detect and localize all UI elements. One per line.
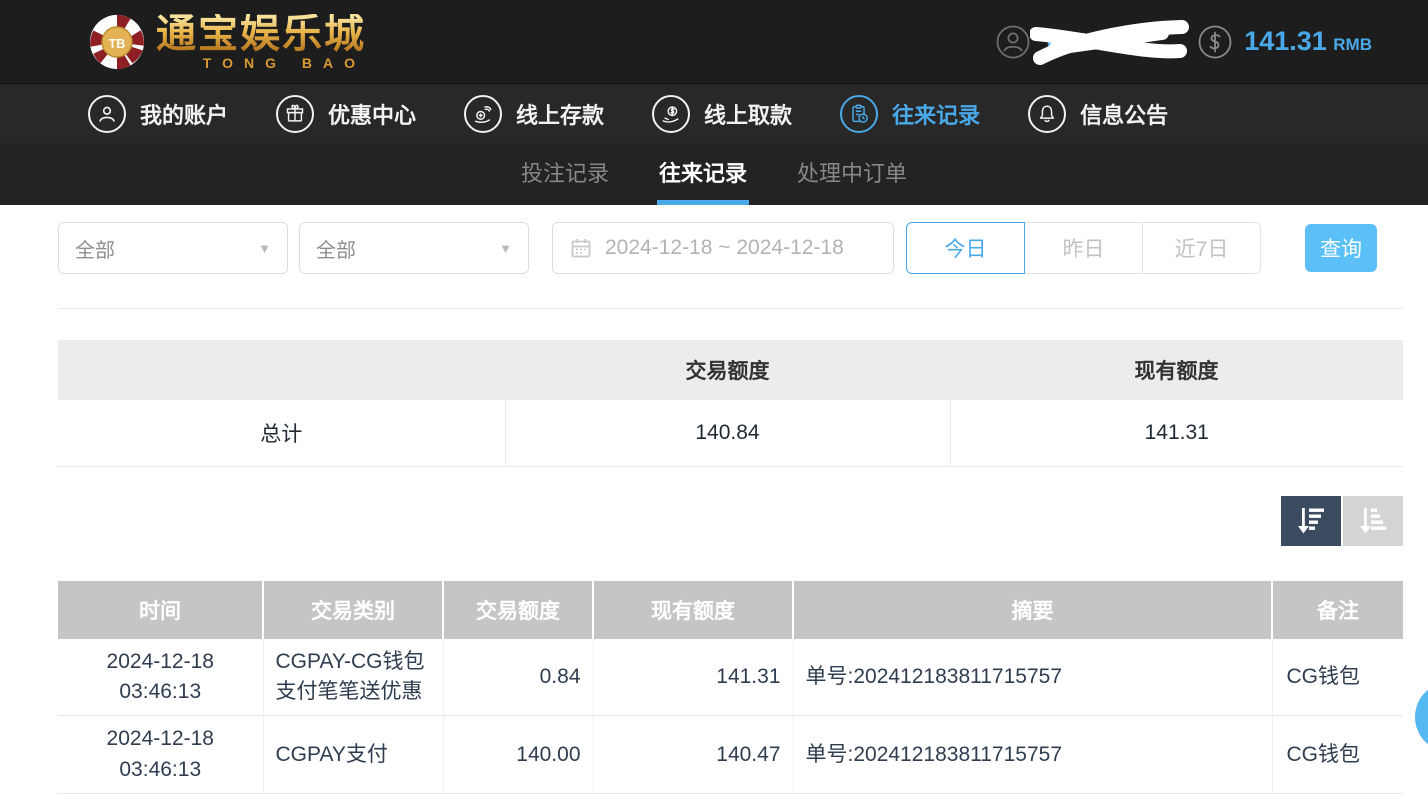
site-subtitle: TONG BAO xyxy=(156,56,366,70)
summary-header-empty xyxy=(58,340,505,400)
sort-ascending-button[interactable] xyxy=(1343,496,1403,546)
table-row: 2024-12-18 03:46:13 CGPAY支付 140.00 140.4… xyxy=(58,716,1403,794)
filter-row: 全部 ▼ 全部 ▼ 2024-12-18 ~ 2024-12-18 今日 昨日 … xyxy=(58,222,1377,274)
transaction-type-select[interactable]: 全部 ▼ xyxy=(58,222,288,274)
record-tabs: 投注记录 往来记录 处理中订单 xyxy=(0,143,1428,205)
gift-icon xyxy=(276,95,314,133)
sort-controls xyxy=(0,496,1403,546)
summary-table: 交易额度 现有额度 总计 140.84 141.31 xyxy=(58,340,1403,467)
user-icon xyxy=(996,25,1030,59)
sort-ascending-icon xyxy=(1356,505,1390,537)
balance-currency: RMB xyxy=(1333,35,1372,54)
balance-display[interactable]: 141.31 RMB xyxy=(1198,25,1372,59)
nav-item-promotions[interactable]: 优惠中心 xyxy=(276,95,416,133)
nav-item-announcements[interactable]: 信息公告 xyxy=(1028,95,1168,133)
summary-current-total: 141.31 xyxy=(950,400,1403,466)
cell-summary: 单号:202412183811715757 xyxy=(793,716,1272,794)
records-icon xyxy=(840,95,878,133)
dollar-icon xyxy=(1198,25,1232,59)
summary-transaction-total: 140.84 xyxy=(505,400,950,466)
username-text: bc7325 xyxy=(1042,28,1128,54)
cell-summary: 单号:202412183811715757 xyxy=(793,639,1272,716)
transaction-subtype-select[interactable]: 全部 ▼ xyxy=(299,222,529,274)
chip-label: TB xyxy=(109,36,126,50)
main-navigation: 我的账户 优惠中心 线上存款 线上取款 xyxy=(0,83,1428,143)
nav-item-deposit[interactable]: 线上存款 xyxy=(464,95,604,133)
col-header-summary: 摘要 xyxy=(793,581,1272,639)
poker-chip-logo-icon: TB xyxy=(88,13,146,71)
site-logo[interactable]: TB 通宝娱乐城 TONG BAO xyxy=(88,13,366,71)
col-header-remark: 备注 xyxy=(1272,581,1403,639)
tab-transaction-records[interactable]: 往来记录 xyxy=(657,143,749,205)
nav-item-my-account[interactable]: 我的账户 xyxy=(88,95,228,133)
quick-date-group: 今日 昨日 近7日 xyxy=(906,222,1261,274)
chevron-down-icon: ▼ xyxy=(258,241,271,256)
summary-header-current-amount: 现有额度 xyxy=(950,340,1403,400)
cell-time: 2024-12-18 03:46:13 xyxy=(58,716,263,794)
chevron-down-icon: ▼ xyxy=(499,241,512,256)
cell-type: CGPAY支付 xyxy=(263,716,443,794)
cell-remark: CG钱包 xyxy=(1272,639,1403,716)
col-header-balance: 现有额度 xyxy=(593,581,793,639)
cell-time: 2024-12-18 03:46:13 xyxy=(58,639,263,716)
query-button[interactable]: 查询 xyxy=(1305,224,1377,272)
withdraw-icon xyxy=(652,95,690,133)
nav-item-transaction-records[interactable]: 往来记录 xyxy=(840,95,980,133)
summary-total-label: 总计 xyxy=(58,400,505,466)
cell-balance: 140.47 xyxy=(593,716,793,794)
nav-item-withdraw[interactable]: 线上取款 xyxy=(652,95,792,133)
cell-amount: 0.84 xyxy=(443,639,593,716)
deposit-icon xyxy=(464,95,502,133)
floating-action-button[interactable] xyxy=(1415,682,1428,752)
date-range-value: 2024-12-18 ~ 2024-12-18 xyxy=(605,236,844,260)
cell-balance: 141.31 xyxy=(593,639,793,716)
quick-date-yesterday[interactable]: 昨日 xyxy=(1024,222,1143,274)
calendar-icon xyxy=(569,236,593,260)
summary-header-row: 交易额度 现有额度 xyxy=(58,340,1403,400)
cell-type: CGPAY-CG钱包支付笔笔送优惠 xyxy=(263,639,443,716)
records-table: 时间 交易类别 交易额度 现有额度 摘要 备注 2024-12-18 03:46… xyxy=(58,581,1403,794)
summary-header-transaction-amount: 交易额度 xyxy=(505,340,950,400)
quick-date-last7days[interactable]: 近7日 xyxy=(1142,222,1261,274)
bell-icon xyxy=(1028,95,1066,133)
tab-pending-orders[interactable]: 处理中订单 xyxy=(795,143,909,205)
cell-amount: 140.00 xyxy=(443,716,593,794)
tab-betting-records[interactable]: 投注记录 xyxy=(519,143,611,205)
date-range-input[interactable]: 2024-12-18 ~ 2024-12-18 xyxy=(552,222,894,274)
sort-descending-icon xyxy=(1294,505,1328,537)
summary-total-row: 总计 140.84 141.31 xyxy=(58,400,1403,466)
quick-date-today[interactable]: 今日 xyxy=(906,222,1025,274)
col-header-amount: 交易额度 xyxy=(443,581,593,639)
cell-remark: CG钱包 xyxy=(1272,716,1403,794)
top-header: TB 通宝娱乐城 TONG BAO bc7325 xyxy=(0,0,1428,83)
site-title: 通宝娱乐城 xyxy=(156,14,366,54)
section-divider xyxy=(58,308,1403,309)
col-header-type: 交易类别 xyxy=(263,581,443,639)
account-menu[interactable]: bc7325 xyxy=(996,25,1128,59)
balance-amount: 141.31 xyxy=(1244,26,1327,56)
table-row: 2024-12-18 03:46:13 CGPAY-CG钱包支付笔笔送优惠 0.… xyxy=(58,639,1403,716)
sort-descending-button[interactable] xyxy=(1281,496,1341,546)
records-header-row: 时间 交易类别 交易额度 现有额度 摘要 备注 xyxy=(58,581,1403,639)
user-icon xyxy=(88,95,126,133)
col-header-time: 时间 xyxy=(58,581,263,639)
header-user-area: bc7325 141.31 RMB xyxy=(996,25,1372,59)
